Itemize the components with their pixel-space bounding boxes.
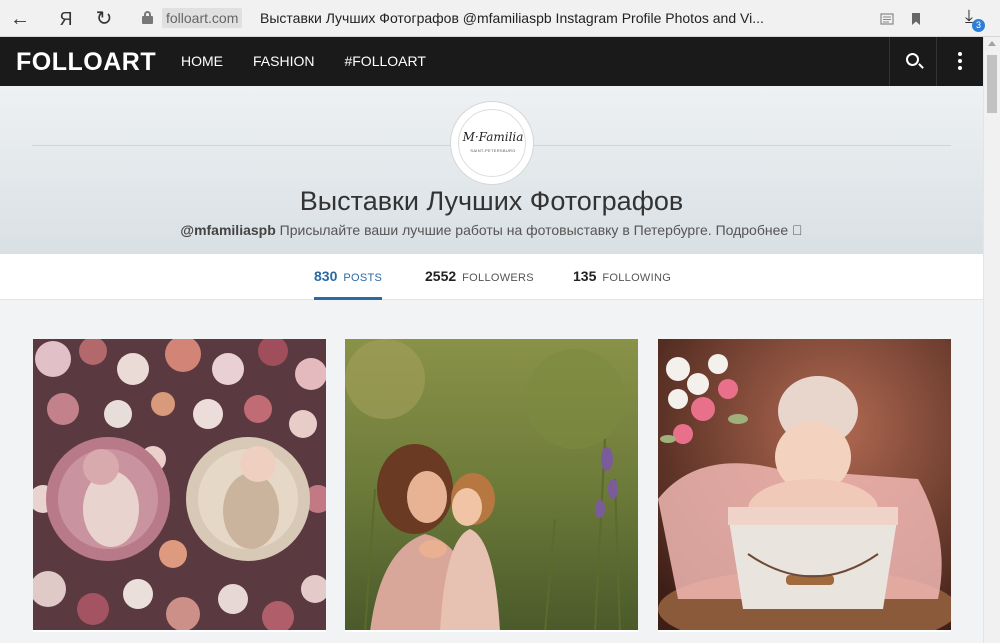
stat-following[interactable]: 135 FOLLOWING [573,268,671,286]
posts-label: POSTS [343,272,383,284]
stat-posts[interactable]: 830 POSTS [314,268,382,286]
main-menu: HOME FASHION #FOLLOART [181,53,426,70]
menu-item-fashion[interactable]: FASHION [253,53,314,70]
yandex-icon[interactable]: Я [55,8,77,30]
reload-icon[interactable]: ↻ [93,8,115,30]
downloads-badge: 3 [972,19,985,32]
profile-stats: 830 POSTS 2552 FOLLOWERS 135 FOLLOWING [0,254,983,300]
photo-post-2[interactable] [345,339,638,632]
browser-toolbar: ← Я ↻ folloart.com Выставки Лучших Фотог… [0,0,1000,37]
address-page-title: Выставки Лучших Фотографов @mfamiliaspb … [260,10,764,26]
more-button[interactable] [936,37,983,86]
followers-label: FOLLOWERS [462,272,534,284]
profile-username[interactable]: @mfamiliaspb [180,222,275,238]
photo-post-1[interactable] [33,339,326,632]
avatar-logo-subtext: SAINT-PETERSBURG [470,148,516,153]
scroll-up-icon[interactable] [988,41,996,46]
address-domain: folloart.com [162,8,243,28]
photo-newborn-twins-image [33,339,326,632]
profile-bio-text: Присылайте ваши лучшие работы на фотовыс… [275,222,803,238]
stat-followers[interactable]: 2552 FOLLOWERS [425,268,534,286]
site-logo[interactable]: FOLLOART [16,47,156,77]
followers-count: 2552 [425,268,457,284]
profile-header: M·Familia SAINT-PETERSBURG Выставки Лучш… [0,86,983,254]
menu-item-home[interactable]: HOME [181,53,223,70]
profile-name: Выставки Лучших Фотографов [299,186,684,216]
scrollbar-thumb[interactable] [987,55,997,113]
photo-post-3[interactable] [658,339,951,632]
search-icon [906,53,919,66]
address-bar[interactable]: folloart.com Выставки Лучших Фотографов … [136,4,936,32]
photo-mother-daughter-image [345,339,638,632]
page-scrollbar[interactable] [983,37,1000,643]
back-arrow-icon[interactable]: ← [9,8,31,30]
more-vertical-icon [958,52,962,72]
avatar[interactable]: M·Familia SAINT-PETERSBURG [451,102,533,184]
avatar-logo-text: M·Familia [462,130,524,144]
photo-newborn-bucket-image [658,339,951,632]
following-count: 135 [573,268,597,284]
menu-item-folloart[interactable]: #FOLLOART [344,53,425,70]
photo-feed [0,301,983,643]
following-label: FOLLOWING [602,272,672,284]
site-header: FOLLOART HOME FASHION #FOLLOART [0,37,983,86]
lock-icon [142,11,153,25]
bookmark-icon[interactable] [909,12,923,26]
reader-mode-icon[interactable] [880,12,894,26]
active-tab-indicator [314,297,382,300]
downloads-button[interactable]: ⤓ 3 [960,6,986,32]
profile-bio: @mfamiliaspb Присылайте ваши лучшие рабо… [0,222,983,239]
posts-count: 830 [314,268,338,284]
search-button[interactable] [889,37,936,86]
